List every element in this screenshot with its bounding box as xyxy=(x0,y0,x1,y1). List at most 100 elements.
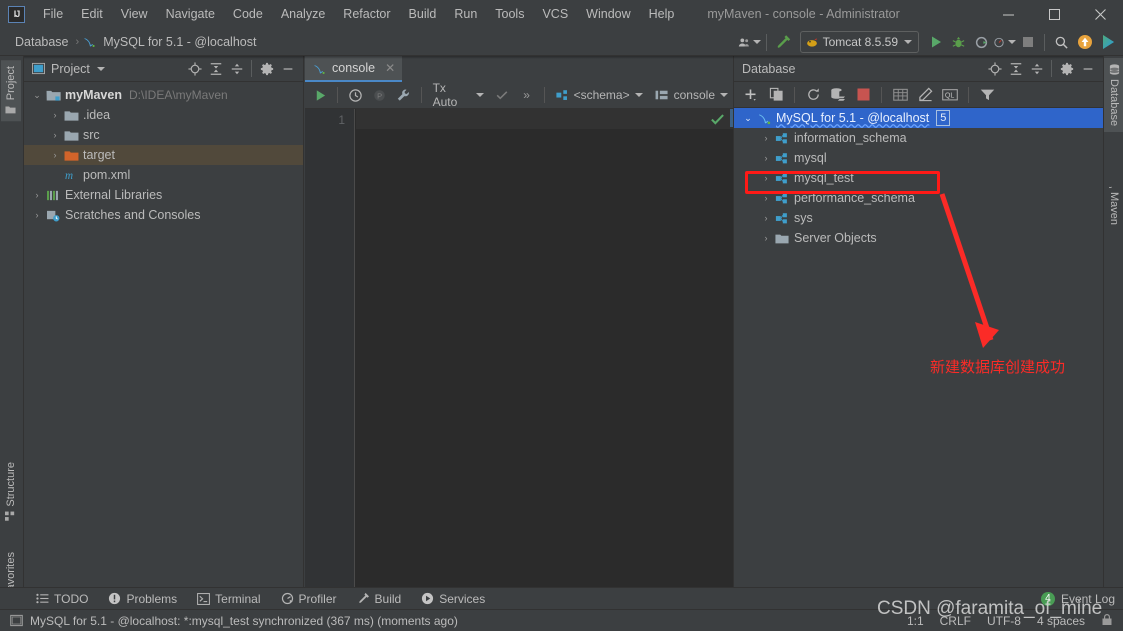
editor-tab-console[interactable]: console ✕ xyxy=(305,56,403,82)
duplicate-datasource-button[interactable] xyxy=(764,84,788,106)
sidebar-item-maven[interactable]: m Maven xyxy=(1104,171,1123,231)
collapse-all-button[interactable] xyxy=(1026,58,1047,79)
menu-item-help[interactable]: Help xyxy=(640,3,684,25)
db-row-information-schema[interactable]: › information_schema xyxy=(734,128,1103,148)
chevron-right-icon[interactable]: › xyxy=(30,190,44,200)
open-query-console-button[interactable]: QL xyxy=(938,84,962,106)
collapse-all-button[interactable] xyxy=(226,58,247,79)
chevron-right-icon[interactable]: › xyxy=(759,233,773,243)
update-button[interactable] xyxy=(1073,31,1096,54)
console-settings-button[interactable] xyxy=(392,84,414,107)
run-coverage-button[interactable] xyxy=(970,31,993,54)
expand-all-button[interactable] xyxy=(205,58,226,79)
chevron-right-icon[interactable]: › xyxy=(48,150,62,160)
menu-item-window[interactable]: Window xyxy=(577,3,639,25)
menu-item-run[interactable]: Run xyxy=(445,3,486,25)
menu-item-edit[interactable]: Edit xyxy=(72,3,112,25)
tree-row-scratches-and-consoles[interactable]: › Scratches and Consoles xyxy=(24,205,303,225)
status-message-area[interactable]: MySQL for 5.1 - @localhost: *:mysql_test… xyxy=(10,614,458,628)
run-configuration-selector[interactable]: Tomcat 8.5.59 xyxy=(799,31,919,53)
db-row-performance-schema[interactable]: › performance_schema xyxy=(734,188,1103,208)
db-row-mysql-test[interactable]: › mysql_test xyxy=(734,168,1103,188)
user-settings-button[interactable] xyxy=(738,31,761,54)
inspection-status-icon[interactable] xyxy=(710,112,725,129)
tree-row-idea[interactable]: › .idea xyxy=(24,105,303,125)
tree-row-src[interactable]: › src xyxy=(24,125,303,145)
expand-all-button[interactable] xyxy=(1005,58,1026,79)
menu-item-build[interactable]: Build xyxy=(400,3,446,25)
menu-item-vcs[interactable]: VCS xyxy=(533,3,577,25)
project-settings-button[interactable] xyxy=(256,58,277,79)
toolwindow-build[interactable]: Build xyxy=(347,588,412,610)
filter-button[interactable] xyxy=(975,84,999,106)
maximize-button[interactable] xyxy=(1031,0,1077,28)
query-history-button[interactable] xyxy=(344,84,366,107)
build-hammer-button[interactable] xyxy=(772,31,795,54)
search-everywhere-button[interactable] xyxy=(1050,31,1073,54)
chevron-right-icon[interactable]: › xyxy=(48,110,62,120)
stop-refresh-button[interactable] xyxy=(851,84,875,106)
pin-tab-button[interactable]: P xyxy=(368,84,390,107)
scroll-from-source-button[interactable] xyxy=(984,58,1005,79)
session-selector[interactable]: console xyxy=(650,86,733,104)
toolwindow-problems[interactable]: Problems xyxy=(98,588,187,610)
chevron-right-icon[interactable]: › xyxy=(759,133,773,143)
indent-setting[interactable]: 4 spaces xyxy=(1037,614,1085,628)
db-row-datasource[interactable]: ⌄ MySQL for 5.1 - @localhost 5 xyxy=(734,108,1103,128)
menu-item-navigate[interactable]: Navigate xyxy=(157,3,224,25)
hide-project-panel-button[interactable] xyxy=(277,58,298,79)
refresh-button[interactable] xyxy=(801,84,825,106)
hide-database-panel-button[interactable] xyxy=(1077,58,1098,79)
commit-button[interactable] xyxy=(491,84,513,107)
event-log-area[interactable]: 4 Event Log xyxy=(1040,591,1123,606)
sidebar-item-project[interactable]: Project xyxy=(1,60,21,122)
menu-item-refactor[interactable]: Refactor xyxy=(334,3,399,25)
sidebar-item-database[interactable]: Database xyxy=(1104,58,1123,133)
close-icon[interactable]: ✕ xyxy=(385,61,395,75)
tree-row-mymaven[interactable]: ⌄ myMaven D:\IDEA\myMaven xyxy=(24,85,303,105)
file-encoding[interactable]: UTF-8 xyxy=(987,614,1021,628)
modify-object-button[interactable] xyxy=(913,84,937,106)
tree-row-pom-xml[interactable]: m pom.xml xyxy=(24,165,303,185)
caret-position[interactable]: 1:1 xyxy=(907,614,924,628)
debug-button[interactable] xyxy=(947,31,970,54)
toolwindow-terminal[interactable]: Terminal xyxy=(187,588,270,610)
transaction-mode-selector[interactable]: Tx Auto xyxy=(428,79,490,111)
sidebar-item-structure[interactable]: Structure xyxy=(1,456,21,528)
chevron-right-icon[interactable]: › xyxy=(30,210,44,220)
stop-button[interactable] xyxy=(1016,31,1039,54)
code-editor[interactable]: 1 xyxy=(305,109,733,587)
profile-button[interactable] xyxy=(993,31,1016,54)
toolwindow-services[interactable]: Services xyxy=(411,588,495,610)
ide-actions-button[interactable] xyxy=(1096,31,1119,54)
menu-item-view[interactable]: View xyxy=(112,3,157,25)
open-table-editor-button[interactable] xyxy=(888,84,912,106)
add-datasource-button[interactable] xyxy=(739,84,763,106)
sync-button[interactable] xyxy=(826,84,850,106)
chevron-right-icon[interactable]: › xyxy=(759,193,773,203)
breadcrumb-item-datasource[interactable]: MySQL for 5.1 - @localhost xyxy=(100,34,259,50)
schema-selector[interactable]: <schema> xyxy=(551,86,648,104)
toolwindow-todo[interactable]: TODO xyxy=(26,588,98,610)
chevron-down-icon[interactable]: ⌄ xyxy=(30,90,44,101)
chevron-right-icon[interactable]: › xyxy=(759,173,773,183)
menu-item-tools[interactable]: Tools xyxy=(486,3,533,25)
menu-item-code[interactable]: Code xyxy=(224,3,272,25)
close-button[interactable] xyxy=(1077,0,1123,28)
toolwindow-profiler[interactable]: Profiler xyxy=(271,588,347,610)
chevron-down-icon[interactable]: ⌄ xyxy=(741,113,755,124)
scroll-from-source-button[interactable] xyxy=(184,58,205,79)
breadcrumb-item-database[interactable]: Database xyxy=(12,34,72,50)
execute-query-button[interactable] xyxy=(309,84,331,107)
menu-item-analyze[interactable]: Analyze xyxy=(272,3,334,25)
tree-row-target[interactable]: › target xyxy=(24,145,303,165)
db-row-sys[interactable]: › sys xyxy=(734,208,1103,228)
project-view-chevron-icon[interactable] xyxy=(96,66,105,71)
tree-row-external-libraries[interactable]: › External Libraries xyxy=(24,185,303,205)
more-actions-button[interactable]: » xyxy=(515,84,537,107)
db-row-server-objects[interactable]: › Server Objects xyxy=(734,228,1103,248)
line-separator[interactable]: CRLF xyxy=(940,614,971,628)
lock-icon[interactable] xyxy=(1101,613,1113,629)
minimize-button[interactable] xyxy=(985,0,1031,28)
chevron-right-icon[interactable]: › xyxy=(48,130,62,140)
